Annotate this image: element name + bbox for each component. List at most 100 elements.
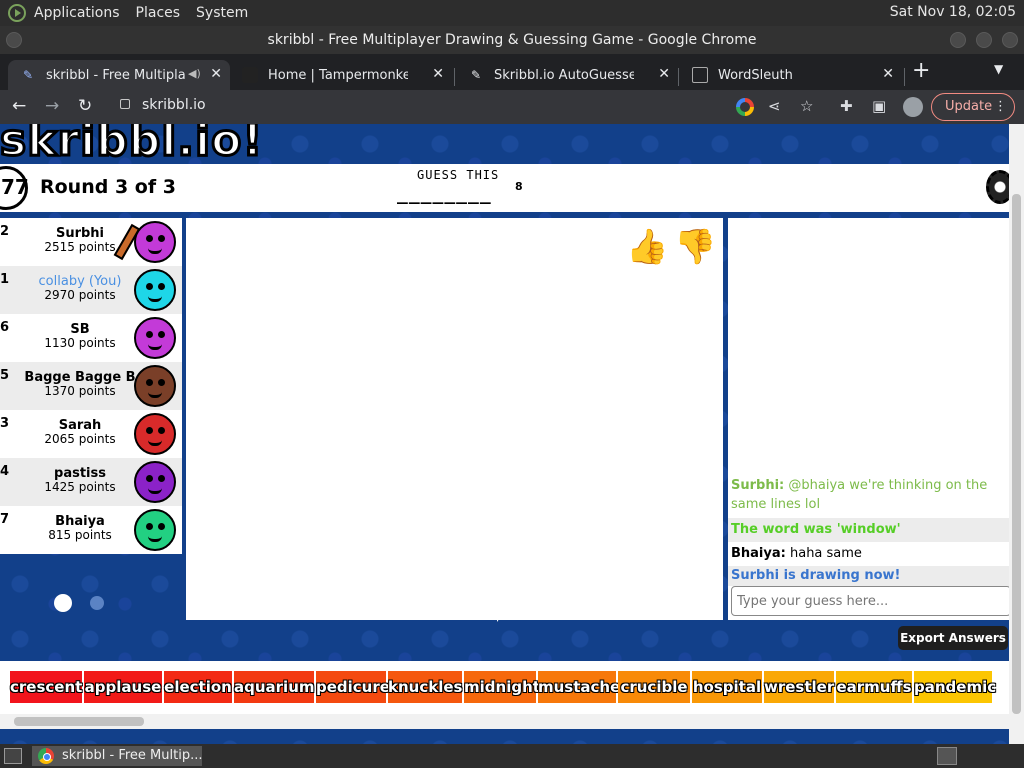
horizontal-scrollbar[interactable] [0, 714, 1009, 729]
word-chip[interactable]: earmuffs [836, 671, 912, 703]
word-chip[interactable]: applause [84, 671, 162, 703]
tab-strip: ✎ skribbl - Free Multiplayer ◀) ✕ Home |… [0, 54, 1024, 90]
scrollbar-thumb[interactable] [14, 717, 144, 726]
tab-separator [678, 68, 679, 86]
maximize-button[interactable] [976, 32, 992, 48]
chat-message: The word was 'window' [728, 518, 1009, 542]
tab-title: Home | Tampermonkey [268, 67, 408, 83]
player-row[interactable]: 3 Sarah 2065 points [0, 410, 182, 458]
google-icon[interactable] [736, 98, 754, 116]
tab-tampermonkey[interactable]: Home | Tampermonkey ✕ [230, 60, 452, 90]
word-chip[interactable]: election [164, 671, 232, 703]
word-chip[interactable]: crescent [10, 671, 82, 703]
thumbs-up-icon[interactable]: 👍 [626, 226, 668, 268]
timer-alarm-clock-icon: 77 [0, 166, 29, 210]
close-icon[interactable]: ✕ [210, 66, 222, 82]
player-score: 1370 points [44, 384, 116, 398]
word-chip[interactable]: midnight [464, 671, 540, 703]
player-score: 1130 points [44, 336, 116, 350]
avatar [134, 317, 176, 359]
player-name: Sarah [58, 418, 102, 433]
player-list: 2 Surbhi 2515 points 1 collaby (You) 2970 … [0, 218, 182, 554]
chat-author: Bhaiya: [731, 546, 786, 561]
back-arrow-icon[interactable]: ← [12, 96, 26, 116]
word-chip[interactable]: mustache [538, 671, 620, 703]
os-menu-places[interactable]: Places [136, 5, 181, 21]
side-panel-icon[interactable]: ▣ [872, 97, 886, 115]
show-desktop-icon[interactable] [4, 748, 22, 764]
audio-icon[interactable]: ◀) [188, 67, 201, 80]
os-menu-system[interactable]: System [196, 5, 248, 21]
close-icon[interactable]: ✕ [432, 66, 444, 82]
chat-panel: Surbhi: @bhaiya we're thinking on the sa… [728, 218, 1011, 620]
update-button[interactable]: Update [931, 93, 1015, 121]
player-row[interactable]: 4 pastiss 1425 points [0, 458, 182, 506]
vertical-scrollbar[interactable] [1009, 124, 1024, 744]
word-length: 8 [515, 180, 523, 193]
avatar [134, 221, 176, 263]
tab-title: WordSleuth [718, 67, 793, 83]
close-icon[interactable]: ✕ [882, 66, 894, 82]
player-rank: 5 [0, 368, 10, 383]
close-window-button[interactable] [1002, 32, 1018, 48]
export-answers-button[interactable]: Export Answers [898, 626, 1008, 650]
avatar [134, 509, 176, 551]
minimize-button[interactable] [950, 32, 966, 48]
avatar [134, 461, 176, 503]
tab-title: Skribbl.io AutoGuesser [494, 67, 634, 83]
tray-chrome-icon[interactable] [937, 747, 957, 765]
player-row[interactable]: 5 Bagge Bagge B 1370 points [0, 362, 182, 410]
player-row[interactable]: 2 Surbhi 2515 points [0, 218, 182, 266]
browser-toolbar: ← → ↻ skribbl.io ⋖ ☆ ✚ ▣ Update [0, 90, 1024, 124]
os-clock[interactable]: Sat Nov 18, 02:05 [890, 4, 1016, 20]
skribbl-pencil-icon: ✎ [22, 68, 34, 82]
window-title: skribbl - Free Multiplayer Drawing & Gue… [267, 32, 757, 48]
word-chip[interactable]: wrestler [764, 671, 834, 703]
extensions-puzzle-icon[interactable]: ✚ [840, 97, 853, 115]
tab-search-chevron-icon[interactable]: ▼ [994, 62, 1003, 76]
pager-dot[interactable] [90, 596, 104, 610]
taskbar-item-chrome[interactable]: skribbl - Free Multip... [32, 746, 202, 766]
profile-avatar-icon[interactable] [903, 97, 923, 117]
word-chip[interactable]: pedicure [316, 671, 390, 703]
os-menu-applications[interactable]: Applications [34, 5, 120, 21]
reload-icon[interactable]: ↻ [78, 96, 92, 116]
tab-autoguesser[interactable]: ✎ Skribbl.io AutoGuesser ✕ [456, 60, 678, 90]
drawing-canvas[interactable]: 👍 👎 [186, 218, 723, 620]
word-chip[interactable]: knuckles [388, 671, 462, 703]
os-logo-icon[interactable] [8, 4, 26, 22]
guess-this-label: GUESS THIS [417, 168, 500, 182]
player-rank: 7 [0, 512, 10, 527]
pager-dot-active[interactable] [54, 594, 72, 612]
lock-icon[interactable] [120, 99, 130, 109]
wordsleuth-icon [692, 67, 708, 83]
close-icon[interactable]: ✕ [658, 66, 670, 82]
tab-skribbl[interactable]: ✎ skribbl - Free Multiplayer ◀) ✕ [8, 60, 230, 90]
guess-input[interactable] [731, 586, 1011, 616]
player-score: 2970 points [44, 288, 116, 302]
avatar [134, 269, 176, 311]
forward-arrow-icon[interactable]: → [45, 96, 59, 116]
bookmark-star-icon[interactable]: ☆ [800, 97, 813, 115]
tab-wordsleuth[interactable]: WordSleuth ✕ [680, 60, 902, 90]
thumbs-down-icon[interactable]: 👎 [674, 226, 716, 268]
new-tab-plus-icon[interactable]: + [912, 58, 930, 83]
scrollbar-thumb[interactable] [1012, 194, 1021, 714]
player-row[interactable]: 7 Bhaiya 815 points [0, 506, 182, 554]
share-icon[interactable]: ⋖ [768, 97, 781, 115]
page-viewport: skribbl.io! 77 Round 3 of 3 GUESS THIS _… [0, 124, 1024, 744]
player-rank: 3 [0, 416, 10, 431]
chat-message: Surbhi: @bhaiya we're thinking on the sa… [728, 476, 1009, 514]
player-row[interactable]: 6 SB 1130 points [0, 314, 182, 362]
window-menu-button[interactable] [6, 32, 22, 48]
word-chip[interactable]: pandemic [914, 671, 996, 703]
taskbar-item-label: skribbl - Free Multip... [62, 748, 202, 763]
skribbl-logo: skribbl.io! [0, 124, 264, 164]
word-chip[interactable]: aquarium [234, 671, 315, 703]
player-row[interactable]: 1 collaby (You) 2970 points [0, 266, 182, 314]
address-bar[interactable]: skribbl.io [142, 97, 206, 113]
word-chip[interactable]: crucible [618, 671, 690, 703]
chat-text: The word was 'window' [731, 522, 901, 537]
word-chip[interactable]: hospital [692, 671, 762, 703]
script-icon: ✎ [470, 68, 482, 82]
